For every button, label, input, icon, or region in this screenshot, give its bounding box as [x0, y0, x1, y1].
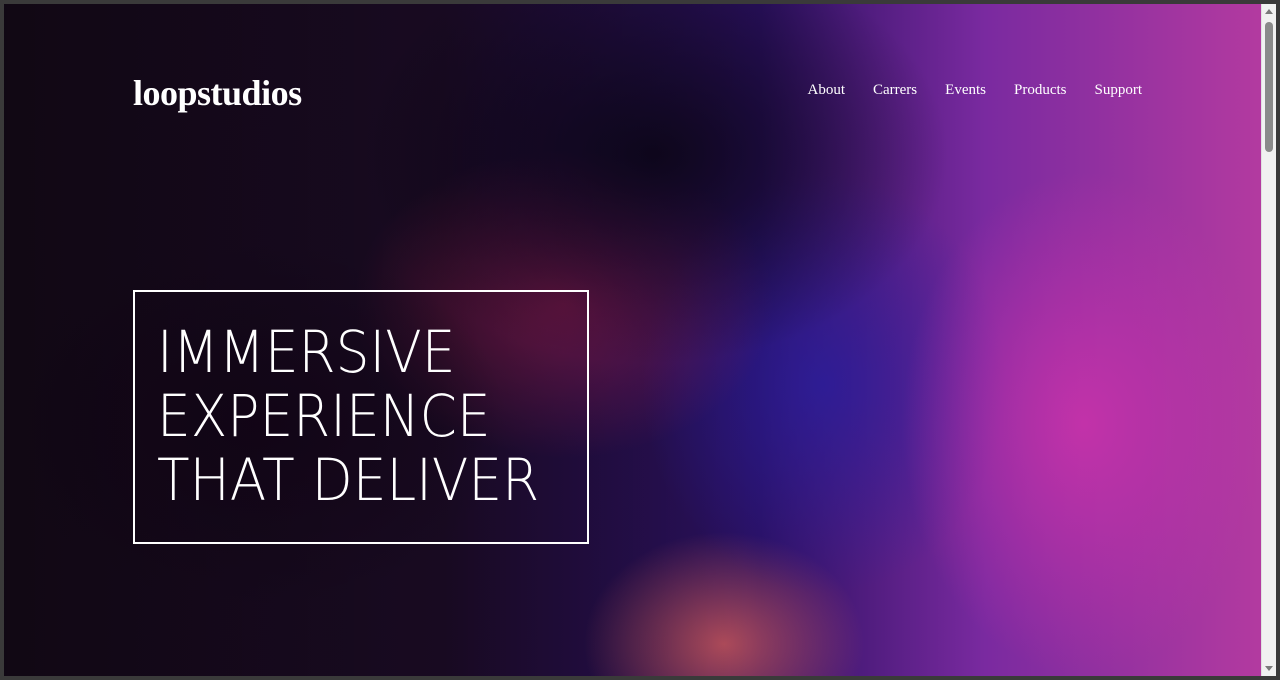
hero-section: loopstudios About Carrers Events Product…: [4, 4, 1262, 676]
nav-link-products[interactable]: Products: [1014, 82, 1067, 99]
nav-link-carrers[interactable]: Carrers: [873, 82, 917, 99]
hero-headline-line: EXPERIENCE: [157, 382, 491, 450]
nav-link-events[interactable]: Events: [945, 82, 986, 99]
site-logo[interactable]: loopstudios: [133, 72, 302, 114]
scroll-up-icon[interactable]: [1265, 9, 1273, 14]
scroll-down-icon[interactable]: [1265, 666, 1273, 671]
main-nav: About Carrers Events Products Support: [808, 82, 1143, 99]
hero-headline-box: IMMERSIVE EXPERIENCE THAT DELIVER: [133, 290, 589, 544]
scrollbar-thumb[interactable]: [1265, 22, 1273, 152]
vertical-scrollbar[interactable]: [1261, 4, 1276, 676]
hero-headline-line: THAT DELIVER: [157, 446, 540, 514]
nav-link-about[interactable]: About: [808, 82, 846, 99]
hero-headline-line: IMMERSIVE: [157, 318, 456, 386]
browser-window: loopstudios About Carrers Events Product…: [4, 4, 1276, 676]
nav-link-support[interactable]: Support: [1094, 82, 1142, 99]
